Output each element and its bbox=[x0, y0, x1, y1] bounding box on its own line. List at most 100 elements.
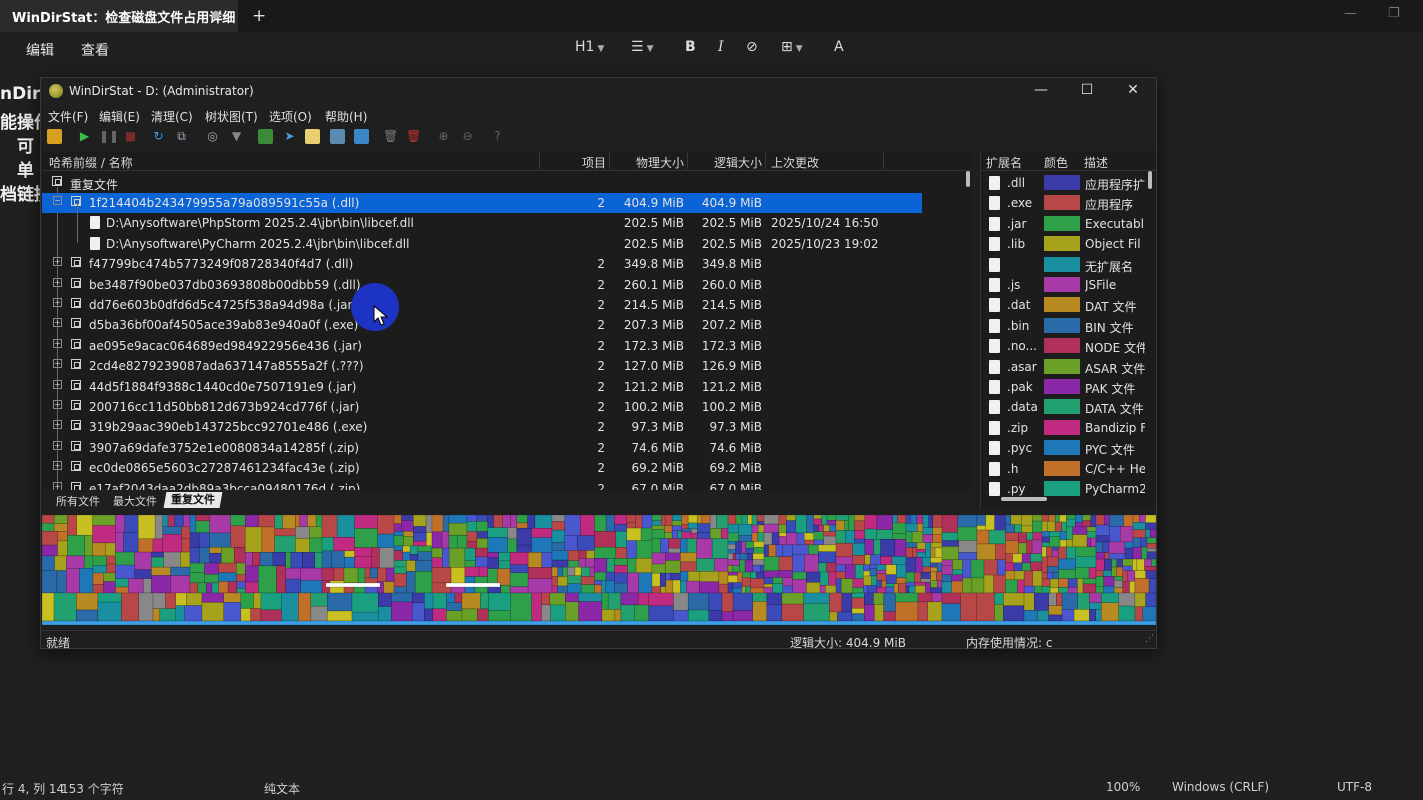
treemap-block[interactable] bbox=[253, 592, 262, 609]
expand-icon[interactable]: + bbox=[53, 379, 62, 389]
treemap-block[interactable] bbox=[221, 547, 235, 564]
col-items[interactable]: 项目 bbox=[582, 154, 606, 171]
treemap-block[interactable] bbox=[42, 544, 58, 557]
treemap-block[interactable] bbox=[1041, 515, 1050, 522]
treemap-block[interactable] bbox=[893, 583, 899, 594]
treemap-block[interactable] bbox=[534, 515, 553, 529]
treemap-block[interactable] bbox=[285, 578, 301, 594]
treemap-block[interactable] bbox=[1018, 542, 1027, 554]
treemap-block[interactable] bbox=[905, 557, 916, 573]
treemap-block[interactable] bbox=[417, 545, 433, 552]
treemap-block[interactable] bbox=[869, 564, 878, 569]
treemap-block[interactable] bbox=[151, 575, 171, 594]
menu-clean[interactable]: 清理(C) bbox=[151, 108, 193, 125]
treemap-block[interactable] bbox=[1122, 581, 1130, 594]
treemap-block[interactable] bbox=[333, 537, 355, 552]
extension-row[interactable]: .zip Bandizip F bbox=[981, 418, 1151, 438]
treemap-block[interactable] bbox=[651, 538, 661, 554]
treemap-block[interactable] bbox=[738, 523, 753, 536]
treemap-block[interactable] bbox=[406, 571, 416, 594]
treemap-block[interactable] bbox=[441, 531, 450, 549]
treemap-block[interactable] bbox=[409, 554, 419, 561]
treemap-block[interactable] bbox=[167, 515, 175, 527]
treemap-block[interactable] bbox=[426, 532, 433, 547]
treemap-block[interactable] bbox=[905, 585, 910, 594]
treemap-block[interactable] bbox=[488, 592, 511, 611]
treemap-block[interactable] bbox=[983, 574, 994, 594]
treemap-block[interactable] bbox=[240, 592, 254, 609]
treemap-block[interactable] bbox=[1095, 586, 1104, 594]
treemap-block[interactable] bbox=[309, 526, 323, 539]
treemap-block[interactable] bbox=[686, 580, 700, 594]
treemap-block[interactable] bbox=[626, 522, 636, 529]
treemap-block[interactable] bbox=[626, 540, 637, 559]
treemap-block[interactable] bbox=[951, 580, 963, 594]
treemap-block[interactable] bbox=[863, 570, 871, 577]
treemap-block[interactable] bbox=[315, 515, 323, 527]
treemap-block[interactable] bbox=[916, 542, 926, 550]
treemap-block[interactable] bbox=[927, 601, 943, 622]
treemap-block[interactable] bbox=[778, 524, 787, 533]
treemap-block[interactable] bbox=[1132, 537, 1141, 548]
treemap-block[interactable] bbox=[502, 515, 511, 528]
treemap-block[interactable] bbox=[932, 527, 943, 535]
treemap-block[interactable] bbox=[378, 592, 392, 607]
treemap-block[interactable] bbox=[638, 572, 653, 594]
treemap-block[interactable] bbox=[1061, 592, 1078, 610]
treemap-block[interactable] bbox=[941, 592, 961, 604]
treemap-block[interactable] bbox=[1086, 526, 1097, 532]
treemap-block[interactable] bbox=[615, 546, 628, 559]
treemap-block[interactable] bbox=[916, 515, 924, 519]
col-logical-size[interactable]: 逻辑大小 bbox=[714, 154, 762, 171]
treemap-block[interactable] bbox=[500, 584, 511, 594]
treemap-block[interactable] bbox=[757, 524, 765, 533]
treemap-block[interactable] bbox=[594, 531, 617, 548]
menu-file[interactable]: 文件(F) bbox=[48, 108, 88, 125]
treemap-block[interactable] bbox=[660, 538, 669, 554]
treemap-block[interactable] bbox=[1054, 521, 1062, 532]
treemap-block[interactable] bbox=[741, 577, 751, 587]
treemap-block[interactable] bbox=[727, 515, 737, 525]
treemap-block[interactable] bbox=[464, 566, 480, 577]
treemap-block[interactable] bbox=[487, 557, 499, 569]
treemap-block[interactable] bbox=[732, 565, 741, 573]
treemap-block[interactable] bbox=[951, 574, 963, 582]
treemap-block[interactable] bbox=[651, 563, 666, 574]
treemap-block[interactable] bbox=[852, 542, 866, 556]
treemap-block[interactable] bbox=[687, 522, 698, 530]
treemap-block[interactable] bbox=[891, 556, 907, 565]
treemap-block[interactable] bbox=[557, 585, 568, 594]
treemap-block[interactable] bbox=[92, 542, 106, 557]
export-icon[interactable] bbox=[258, 129, 273, 144]
treemap-block[interactable] bbox=[971, 577, 985, 594]
treemap-block[interactable] bbox=[1086, 537, 1092, 548]
treemap-block[interactable] bbox=[527, 552, 542, 568]
treemap-block[interactable] bbox=[930, 547, 936, 558]
treemap-block[interactable] bbox=[756, 521, 765, 526]
treemap-block[interactable] bbox=[115, 564, 135, 579]
treemap-block[interactable] bbox=[1141, 546, 1148, 560]
duplicate-group-row[interactable]: + f47799bc474b5773249f08728340f4d7 (.dll)… bbox=[42, 254, 922, 274]
treemap-block[interactable] bbox=[782, 544, 793, 557]
treemap-block[interactable] bbox=[806, 582, 821, 594]
restore-icon[interactable]: ❐ bbox=[1388, 6, 1400, 21]
treemap-block[interactable] bbox=[937, 580, 943, 588]
treemap-block[interactable] bbox=[941, 546, 959, 561]
extension-row[interactable]: .pak PAK 文件 bbox=[981, 377, 1151, 397]
treemap-block[interactable] bbox=[1021, 525, 1033, 533]
treemap-block[interactable] bbox=[580, 515, 595, 536]
treemap-block[interactable] bbox=[1018, 532, 1027, 544]
treemap-block[interactable] bbox=[152, 592, 166, 609]
treemap-block[interactable] bbox=[309, 537, 323, 553]
treemap-block[interactable] bbox=[393, 573, 407, 587]
treemap-block[interactable] bbox=[290, 552, 303, 569]
treemap-block[interactable] bbox=[115, 532, 124, 553]
treemap-block[interactable] bbox=[448, 535, 458, 549]
treemap-block[interactable] bbox=[763, 523, 780, 533]
treemap-block[interactable] bbox=[829, 524, 837, 532]
treemap-block[interactable] bbox=[1034, 585, 1043, 594]
treemap-block[interactable] bbox=[840, 578, 854, 594]
treemap-block[interactable] bbox=[97, 592, 122, 603]
treemap-block[interactable] bbox=[285, 567, 301, 580]
treemap-block[interactable] bbox=[1095, 541, 1104, 553]
